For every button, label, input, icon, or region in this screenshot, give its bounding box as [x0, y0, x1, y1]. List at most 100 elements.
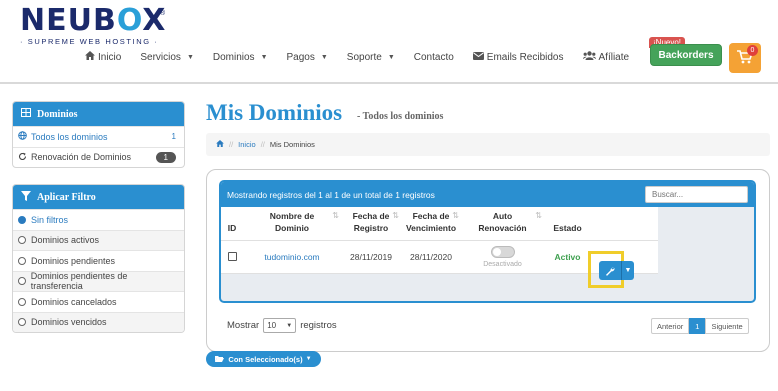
radio-icon [18, 256, 26, 265]
filter-sin-filtros[interactable]: Sin filtros [13, 209, 184, 230]
page-length-control: Mostrar 10 ▼ registros [227, 318, 337, 333]
col-registro-label: Fecha de Registro [352, 211, 390, 233]
nav-afiliate-label: Afíliate [598, 51, 630, 63]
col-id[interactable]: ID [221, 207, 243, 241]
radio-icon [18, 236, 26, 245]
globe-icon [18, 131, 31, 142]
breadcrumb-separator: // [229, 140, 234, 149]
nav-servicios-label: Servicios [140, 51, 181, 63]
status-badge: Activo [544, 240, 591, 274]
main-nav: Inicio Servicios ▼ Dominios ▼ Pagos ▼ Sopor… [85, 50, 648, 64]
auto-renew-status: Desactivado [483, 261, 522, 268]
table-header-row: ID ⇅ Nombre de Dominio ⇅ Fecha de Registro… [221, 207, 658, 241]
nav-inicio[interactable]: Inicio [85, 51, 121, 63]
col-fecha-registro[interactable]: ⇅ Fecha de Registro [341, 207, 401, 241]
nav-dominios[interactable]: Dominios ▼ [213, 52, 268, 63]
breadcrumb-inicio-link[interactable]: Inicio [238, 140, 256, 149]
filter-dominios-cancelados[interactable]: Dominios cancelados [13, 291, 184, 312]
col-fecha-vencimiento[interactable]: ⇅ Fecha de Vencimiento [401, 207, 461, 241]
auto-renew-toggle[interactable] [490, 246, 515, 258]
domains-panel-title: Dominios [37, 108, 78, 120]
filter-panel-header: Aplicar Filtro [13, 185, 184, 209]
manage-domain-button[interactable]: ▼ [599, 261, 634, 280]
home-icon[interactable] [216, 140, 224, 149]
col-auto-label: Auto Renovación [478, 211, 527, 233]
col-nombre-label: Nombre de Dominio [269, 211, 315, 233]
page-length-value: 10 [267, 321, 277, 330]
radio-icon [18, 277, 26, 286]
col-vencimiento-label: Fecha de Vencimiento [405, 211, 457, 233]
filter-dominios-activos[interactable]: Dominios activos [13, 229, 184, 250]
table-info-text: Mostrando registros del 1 al 1 de un tot… [227, 189, 435, 200]
breadcrumb-separator: // [260, 140, 265, 149]
sidebar-item-todos-los-dominios[interactable]: Todos los dominios 1 [13, 126, 184, 147]
nav-contacto-label: Contacto [413, 51, 454, 63]
sidebar-item-label: Todos los dominios [31, 131, 108, 142]
chevron-down-icon: ▼ [260, 53, 268, 61]
nav-pagos[interactable]: Pagos ▼ [287, 52, 328, 63]
nav-afiliate[interactable]: Afíliate [582, 51, 630, 63]
nav-pagos-label: Pagos [286, 51, 315, 63]
registration-date: 28/11/2019 [341, 240, 401, 274]
filter-icon [21, 190, 31, 204]
row-checkbox[interactable] [227, 251, 237, 261]
col-estado[interactable]: Estado [544, 207, 591, 241]
domain-name-link[interactable]: tudominio.com [243, 240, 341, 274]
with-selected-label: Con Seleccionado(s) [228, 354, 303, 364]
filter-pendientes-transferencia[interactable]: Dominios pendientes de transferencia [13, 270, 184, 292]
sort-icon: ⇅ [392, 211, 399, 220]
breadcrumb: // Inicio // Mis Dominios [206, 133, 770, 156]
envelope-icon [472, 51, 484, 63]
col-actions [591, 207, 658, 241]
nav-contacto[interactable]: Contacto [414, 52, 454, 63]
nav-soporte-label: Soporte [346, 51, 382, 63]
chevron-down-icon[interactable]: ▼ [622, 267, 634, 274]
filter-label: Dominios pendientes de transferencia [30, 271, 128, 292]
filter-dominios-vencidos[interactable]: Dominios vencidos [13, 311, 184, 332]
with-selected-button[interactable]: Con Seleccionado(s) ▼ [206, 351, 321, 367]
backorders-button[interactable]: Backorders [650, 44, 722, 66]
chevron-down-icon: ▼ [305, 356, 312, 362]
site-header: NEUBOX ® · SUPREME WEB HOSTING · Inicio … [0, 0, 778, 84]
pager-page-1[interactable]: 1 [689, 318, 706, 334]
filter-label: Dominios activos [31, 235, 100, 246]
col-auto-renovacion[interactable]: ⇅ Auto Renovación [461, 207, 544, 241]
pagination: Anterior 1 Siguiente [651, 318, 749, 334]
sidebar-item-count: 1 [155, 151, 176, 163]
nav-servicios[interactable]: Servicios ▼ [140, 52, 194, 63]
length-suffix: registros [300, 320, 337, 331]
sidebar-item-renovacion[interactable]: Renovación de Dominios 1 [13, 146, 184, 168]
search-input[interactable] [645, 186, 748, 203]
users-icon [582, 51, 596, 63]
row-checkbox-cell [221, 240, 243, 274]
radio-icon [18, 297, 26, 306]
cart-button[interactable]: 0 [729, 43, 761, 73]
expiration-date: 28/11/2020 [401, 240, 461, 274]
filter-dominios-pendientes[interactable]: Dominios pendientes [13, 250, 184, 271]
page-length-select[interactable]: 10 ▼ [263, 318, 297, 333]
pager-next[interactable]: Siguiente [705, 318, 749, 334]
filter-panel: Aplicar Filtro Sin filtros Dominios acti… [12, 184, 185, 333]
col-nombre-dominio[interactable]: ⇅ Nombre de Dominio [243, 207, 341, 241]
chevron-down-icon: ▼ [286, 322, 293, 329]
neubox-logo[interactable]: NEUBOX ® · SUPREME WEB HOSTING · [20, 6, 170, 47]
wrench-icon [599, 261, 622, 280]
radio-selected-icon [18, 215, 26, 224]
sort-icon: ⇅ [535, 211, 542, 220]
filter-label: Dominios cancelados [31, 296, 117, 307]
nav-emails-recibidos[interactable]: Emails Recibidos [472, 51, 564, 63]
filter-label: Dominios vencidos [31, 317, 107, 328]
filter-label: Sin filtros [31, 214, 69, 225]
page-subtitle: - Todos los dominios [357, 111, 444, 122]
folder-open-icon [215, 355, 225, 364]
grid-icon [21, 108, 31, 120]
pager-previous[interactable]: Anterior [651, 318, 690, 334]
domains-panel: Dominios Todos los dominios 1 Renovación… [12, 101, 185, 168]
length-prefix: Mostrar [227, 320, 260, 331]
home-icon [85, 51, 95, 63]
refresh-icon [18, 152, 31, 163]
nav-soporte[interactable]: Soporte ▼ [347, 52, 395, 63]
col-estado-label: Estado [553, 223, 582, 233]
logo-registered-mark: ® [160, 10, 166, 17]
chevron-down-icon: ▼ [320, 53, 328, 61]
